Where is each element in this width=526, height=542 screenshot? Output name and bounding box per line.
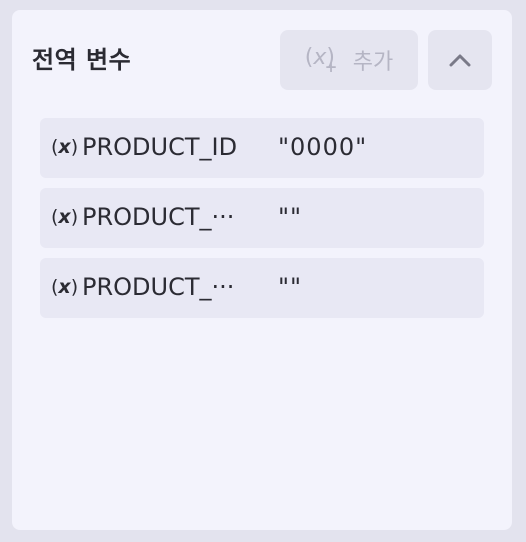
panel-title: 전역 변수	[32, 46, 132, 74]
variable-add-icon: (x) +	[304, 45, 338, 76]
variable-value: ""	[278, 203, 303, 231]
variable-row[interactable]: (x) PRODUCT_··· ""	[40, 188, 484, 248]
global-variables-panel: 전역 변수 (x) + 추가 (x) PRODUCT_ID "0000" (x) …	[12, 10, 512, 530]
add-variable-button[interactable]: (x) + 추가	[280, 30, 418, 90]
variable-value: ""	[278, 273, 303, 301]
variable-icon: (x)	[51, 136, 79, 158]
variable-icon: (x)	[51, 206, 79, 228]
variable-name: PRODUCT_ID	[82, 133, 238, 161]
collapse-button[interactable]	[428, 30, 492, 90]
variable-icon: (x)	[51, 276, 79, 298]
variable-row[interactable]: (x) PRODUCT_ID "0000"	[40, 118, 484, 178]
variable-name: PRODUCT_···	[82, 273, 235, 301]
variable-name: PRODUCT_···	[82, 203, 235, 231]
chevron-up-icon	[449, 54, 471, 67]
variable-row[interactable]: (x) PRODUCT_··· ""	[40, 258, 484, 318]
variable-list: (x) PRODUCT_ID "0000" (x) PRODUCT_··· ""…	[40, 118, 484, 328]
variable-value: "0000"	[278, 133, 368, 161]
add-variable-label: 추가	[352, 50, 394, 75]
